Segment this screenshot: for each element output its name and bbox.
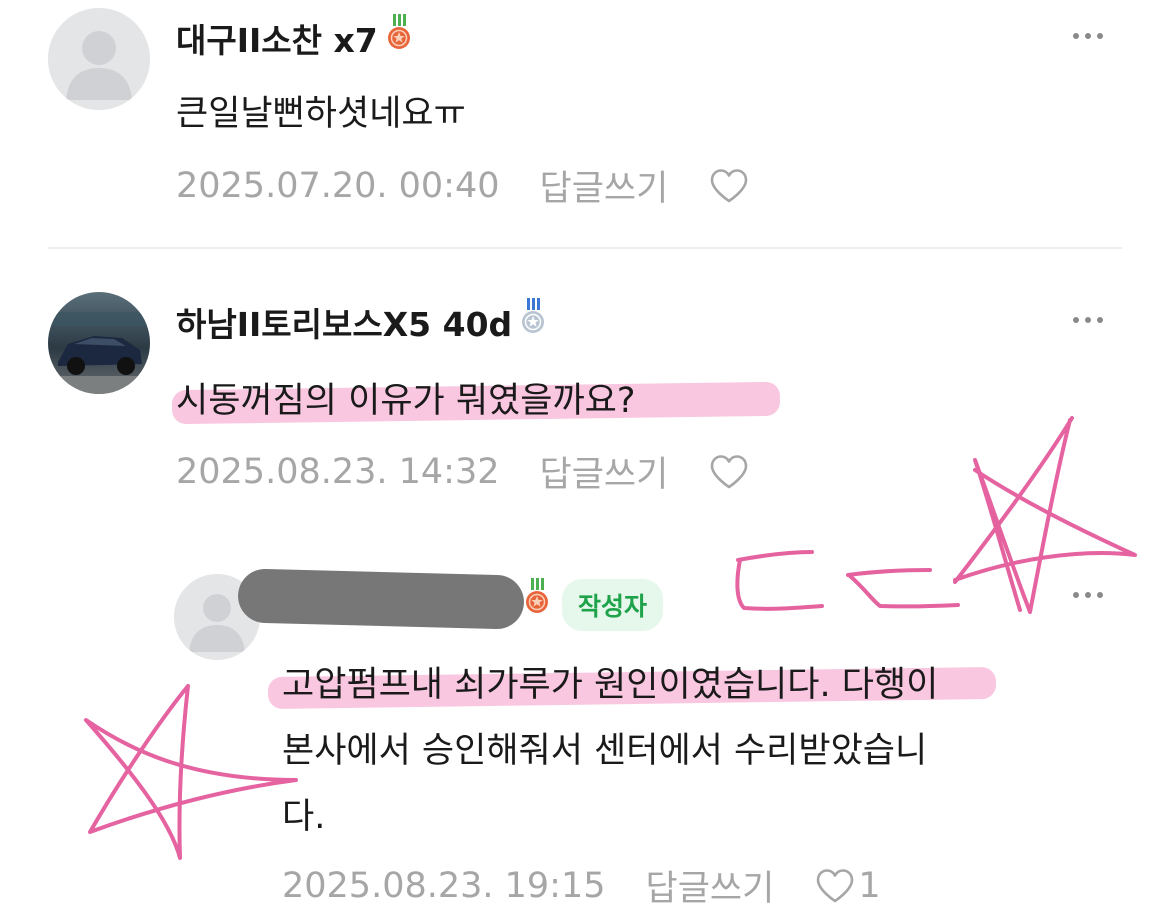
car-photo-avatar — [48, 292, 150, 394]
avatar[interactable] — [48, 292, 150, 394]
more-dots-icon[interactable] — [1073, 317, 1103, 323]
heart-outline-icon[interactable] — [708, 453, 750, 491]
comment-body-line-3: 다. — [282, 797, 326, 837]
reply-button[interactable]: 답글쓰기 — [646, 860, 775, 911]
comment-divider — [48, 247, 1122, 249]
comment-author[interactable]: 대구II소찬 x7 — [176, 14, 412, 62]
author-badge: 작성자 — [562, 579, 664, 631]
like-button[interactable] — [708, 453, 752, 491]
bronze-medal-icon — [524, 578, 550, 622]
like-button[interactable] — [708, 167, 752, 205]
default-avatar-icon — [48, 8, 150, 110]
like-button[interactable]: 1 — [814, 865, 881, 906]
author-name[interactable]: 대구II소찬 x7 — [176, 14, 378, 62]
comment-date: 2025.08.23. 14:32 — [176, 451, 500, 492]
redacted-author-name — [237, 568, 525, 630]
comment-meta: 2025.08.23. 19:15 답글쓰기 1 — [282, 860, 881, 911]
heart-outline-icon[interactable] — [708, 167, 750, 205]
scribble-1 — [735, 550, 824, 611]
comment-body-line-1: 고압펌프내 쇠가루가 원인이였습니다. 다행이 — [282, 665, 939, 705]
comment-author[interactable]: 하남II토리보스X5 40d — [176, 298, 546, 346]
reply-button[interactable]: 답글쓰기 — [540, 160, 669, 211]
more-dots-icon[interactable] — [1073, 592, 1103, 598]
silver-medal-icon — [520, 298, 546, 346]
comment-body: 큰일날뻔하셧네요ㅠ — [176, 94, 466, 134]
comment-meta: 2025.08.23. 14:32 답글쓰기 — [176, 446, 752, 497]
comment-date: 2025.08.23. 19:15 — [282, 865, 606, 906]
comment-meta: 2025.07.20. 00:40 답글쓰기 — [176, 160, 752, 211]
more-dots-icon[interactable] — [1073, 33, 1103, 39]
scribble-2 — [846, 568, 960, 609]
reply-button[interactable]: 답글쓰기 — [540, 446, 669, 497]
heart-outline-icon[interactable] — [814, 867, 856, 905]
comment-body-line-2: 본사에서 승인해줘서 센터에서 수리받았습니 — [282, 731, 928, 771]
like-count: 1 — [858, 865, 881, 906]
avatar[interactable] — [48, 8, 150, 110]
comment-body: 시동꺼짐의 이유가 뭐였을까요? — [176, 381, 636, 421]
hand-drawn-star-2 — [84, 684, 298, 860]
bronze-medal-icon — [386, 14, 412, 62]
author-name[interactable]: 하남II토리보스X5 40d — [176, 298, 512, 346]
hand-drawn-star-1 — [953, 416, 1137, 614]
comment-date: 2025.07.20. 00:40 — [176, 165, 500, 206]
